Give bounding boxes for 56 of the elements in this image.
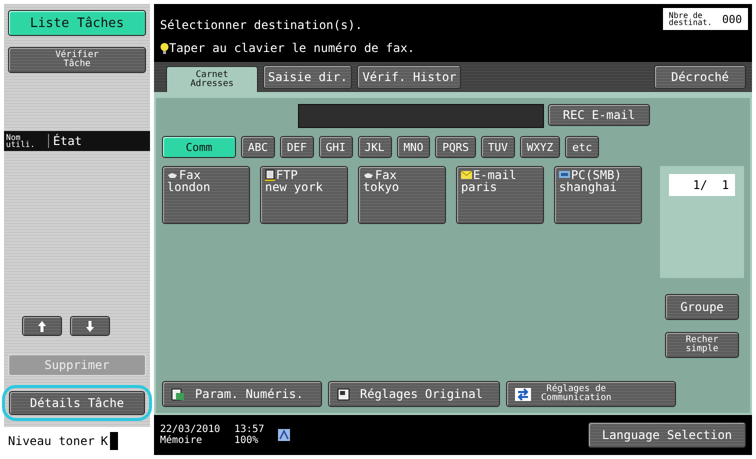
check-job-button[interactable]: Vérifier Tâche <box>8 47 146 73</box>
language-selection-button[interactable]: Language Selection <box>588 422 746 448</box>
fax-icon <box>363 172 374 178</box>
settings-button[interactable]: Réglages de Communication <box>506 381 676 407</box>
index-tab[interactable]: JKL <box>358 136 392 158</box>
page-indicator: 1/ 1 <box>669 174 735 196</box>
destination-button[interactable]: PC(SMB) shanghai <box>554 166 642 224</box>
toner-label: Niveau toner <box>8 434 95 448</box>
settings-button[interactable]: Param. Numéris. <box>162 381 322 407</box>
job-list-button[interactable]: Liste Tâches <box>8 10 146 36</box>
settings-button[interactable]: Réglages Original <box>328 381 500 407</box>
input-field[interactable] <box>298 104 544 128</box>
up-arrow-icon <box>38 320 46 332</box>
destination-button[interactable]: FTP new york <box>260 166 348 224</box>
arrows-icon <box>515 388 531 400</box>
rec-email-button[interactable]: REC E-mail <box>548 104 650 126</box>
simple-search-button[interactable]: Recher simple <box>665 332 739 358</box>
document-icon <box>337 388 350 400</box>
index-tab[interactable]: WXYZ <box>520 136 560 158</box>
tab[interactable]: Carnet Adresses <box>166 66 258 92</box>
scan-icon <box>171 388 185 400</box>
index-tab[interactable]: Comm <box>162 136 236 158</box>
column-header: Nom utili. <box>4 134 49 148</box>
index-tab[interactable]: ABC <box>241 136 275 158</box>
index-tab[interactable]: TUV <box>480 136 515 158</box>
index-tab[interactable]: etc <box>565 136 600 158</box>
destination-button[interactable]: E-mail paris <box>456 166 544 224</box>
index-tab[interactable]: PQRS <box>435 136 476 158</box>
time-text: 13:57 <box>234 424 264 435</box>
index-tab[interactable]: MNO <box>396 136 430 158</box>
scroll-down-button[interactable] <box>70 316 110 336</box>
toner-color-label: K <box>100 434 108 448</box>
down-arrow-icon <box>86 320 94 332</box>
computer-icon <box>559 171 570 179</box>
lightbulb-icon <box>160 42 169 54</box>
envelope-icon <box>461 171 472 179</box>
destination-button[interactable]: Fax london <box>162 166 250 224</box>
job-details-button[interactable]: Détails Tâche <box>9 391 145 415</box>
date-text: 22/03/2010 <box>160 424 220 435</box>
hint-text: Taper au clavier le numéro de fax. <box>169 41 415 55</box>
screen-title: Sélectionner destination(s). <box>160 18 364 32</box>
index-tab[interactable]: DEF <box>280 136 314 158</box>
column-header: État <box>52 134 82 148</box>
destination-button[interactable]: Fax tokyo <box>358 166 446 224</box>
document-icon <box>265 169 275 181</box>
memory-label: Mémoire <box>160 435 204 446</box>
counter-value: 000 <box>722 12 742 26</box>
fax-icon <box>167 172 178 178</box>
group-button[interactable]: Groupe <box>665 294 739 320</box>
index-tab[interactable]: GHI <box>318 136 353 158</box>
tab[interactable]: Saisie dir. <box>263 65 352 89</box>
scroll-up-button[interactable] <box>22 316 62 336</box>
off-hook-button[interactable]: Décroché <box>654 65 746 89</box>
tab[interactable]: Vérif. Histor <box>357 65 462 89</box>
memory-value: 100% <box>234 435 260 446</box>
counter-label: Nbre de destinat. <box>668 12 712 26</box>
